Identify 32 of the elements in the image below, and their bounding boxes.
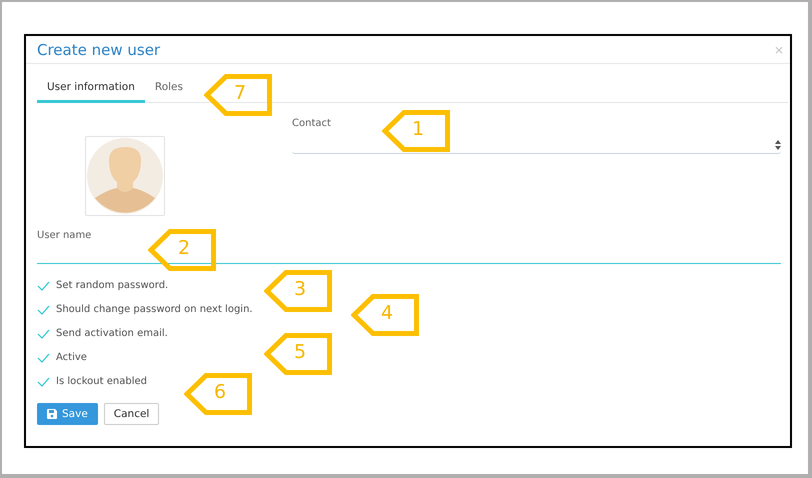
callout-tag-drawing [382,110,450,152]
option-label: Active [56,352,87,363]
callout-number: 7 [234,82,246,104]
callout-tag-drawing [204,74,272,116]
cancel-button[interactable]: Cancel [104,403,160,425]
callout-tag-drawing [264,270,332,312]
checkmark-icon[interactable] [37,376,50,386]
callout-tag-drawing [184,373,252,415]
option-label: Is lockout enabled [56,376,147,387]
checkmark-icon[interactable] [37,352,50,362]
option-label: Send activation email. [56,328,168,339]
save-button[interactable]: Save [37,403,98,425]
callout-number: 1 [412,118,424,140]
callout-tag-drawing [264,333,332,375]
option-label: Set random password. [56,280,168,291]
dialog-title: Create new user [37,41,160,59]
callout-number: 5 [294,341,306,363]
checkmark-icon[interactable] [37,328,50,338]
callout-tag-drawing [148,229,216,271]
checkmark-icon[interactable] [37,304,50,314]
tab[interactable]: Roles [144,72,193,103]
callout-number: 2 [178,237,190,259]
option-label: Should change password on next login. [56,304,253,315]
checkmark-icon[interactable] [37,280,50,290]
callout-number: 4 [381,302,394,324]
callout-number: 6 [214,381,226,403]
user-name-label: User name [37,230,92,241]
callout-tag-drawing [351,294,419,336]
contact-label: Contact [292,118,331,129]
tab[interactable]: User information [37,72,145,103]
callout-number: 3 [294,278,306,300]
sort-arrows-icon [775,140,781,150]
